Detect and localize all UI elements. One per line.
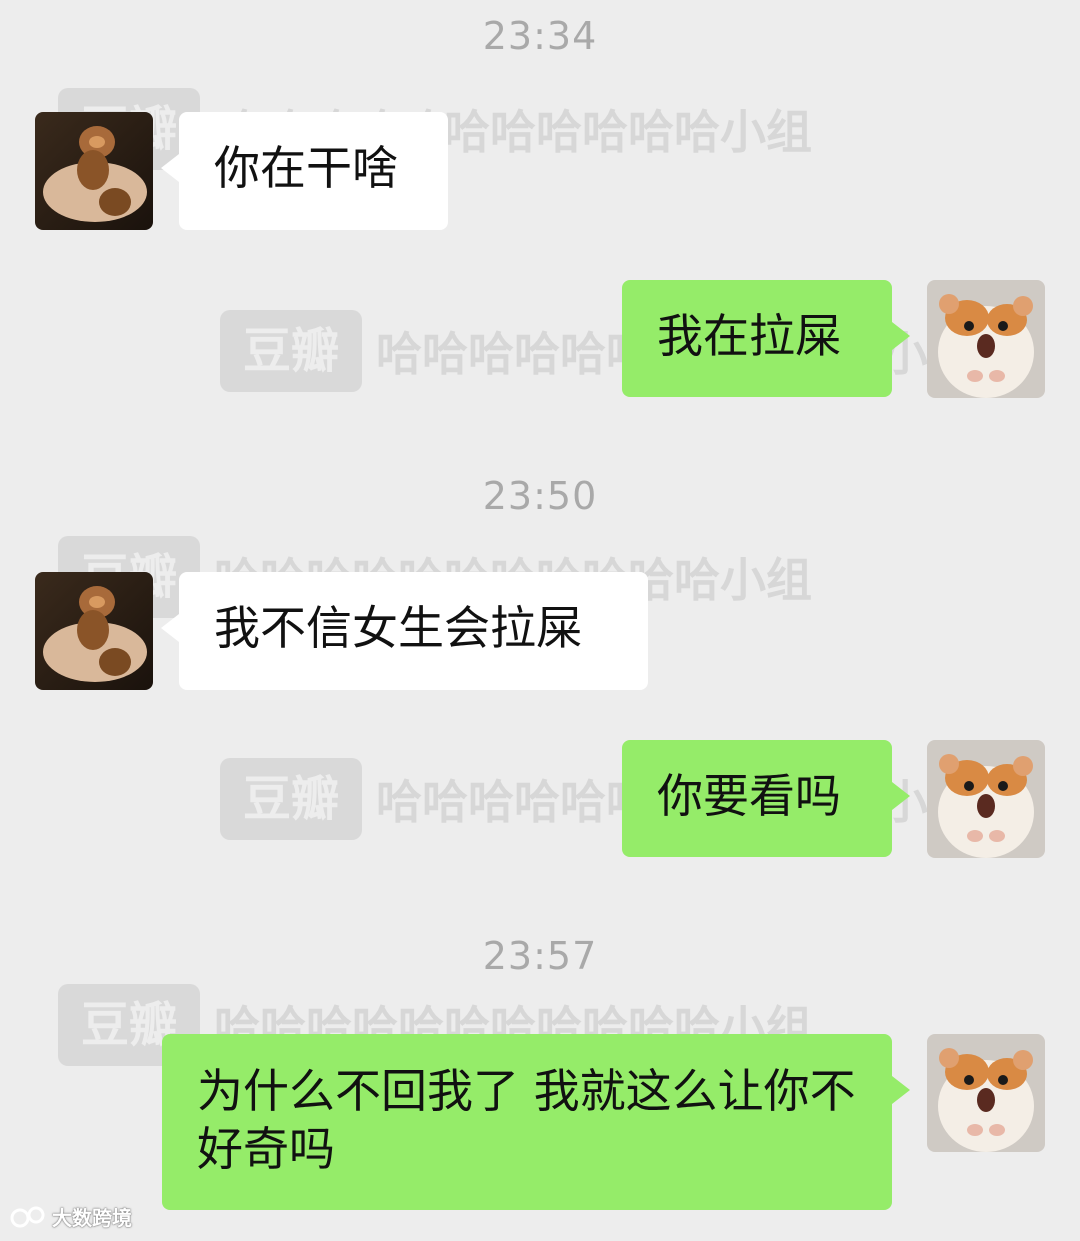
message-bubble-incoming[interactable]: 我不信女生会拉屎 [161, 572, 648, 690]
watermark-logo: 豆瓣 [220, 758, 362, 840]
message-bubble-outgoing[interactable]: 我在拉屎 [622, 280, 910, 397]
message-bubble-outgoing[interactable]: 你要看吗 [622, 740, 910, 857]
message-bubble-outgoing[interactable]: 为什么不回我了 我就这么让你不好奇吗 [162, 1034, 910, 1210]
watermark-logo: 豆瓣 [220, 310, 362, 392]
self-avatar[interactable] [927, 1034, 1045, 1152]
corner-logo-text: 大数跨境 [52, 1206, 132, 1230]
message-bubble-incoming[interactable]: 你在干啥 [161, 112, 448, 230]
message-text: 我不信女生会拉屎 [214, 601, 582, 655]
message-text: 你在干啥 [214, 141, 398, 195]
timestamp: 23:34 [482, 14, 598, 58]
avatar-photo-icon [35, 112, 153, 230]
self-avatar[interactable] [927, 280, 1045, 398]
avatar-photo-icon [35, 572, 153, 690]
corner-logo: 大数跨境 [10, 1202, 132, 1231]
corner-logo-icon [10, 1206, 45, 1227]
contact-avatar[interactable] [35, 112, 153, 230]
hamster-avatar-icon [927, 280, 1045, 398]
self-avatar[interactable] [927, 740, 1045, 858]
contact-avatar[interactable] [35, 572, 153, 690]
hamster-avatar-icon [927, 1034, 1045, 1152]
hamster-avatar-icon [927, 740, 1045, 858]
message-text: 为什么不回我了 我就这么让你不好奇吗 [197, 1064, 856, 1176]
message-text: 你要看吗 [657, 769, 841, 823]
timestamp: 23:57 [482, 934, 598, 978]
timestamp: 23:50 [482, 474, 598, 518]
message-text: 我在拉屎 [657, 309, 841, 363]
